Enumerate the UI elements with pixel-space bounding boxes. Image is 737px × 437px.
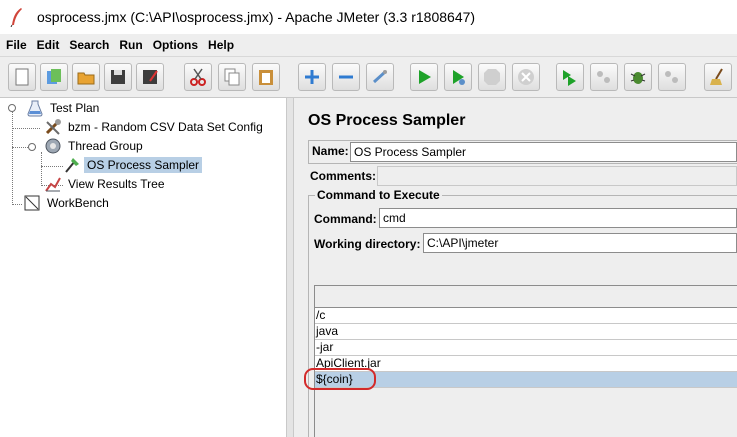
- tree-item-label: Thread Group: [68, 139, 143, 153]
- menu-search[interactable]: Search: [69, 38, 109, 52]
- tree-item-thread-group[interactable]: Thread Group: [44, 137, 146, 155]
- shutdown-icon: [518, 69, 534, 85]
- open-icon: [77, 72, 95, 85]
- stop-button[interactable]: [478, 63, 506, 91]
- new-icon: [15, 68, 29, 86]
- start-icon: [419, 70, 431, 84]
- remote-start-icon: [563, 70, 576, 86]
- open-button[interactable]: [72, 63, 100, 91]
- save-button[interactable]: [104, 63, 132, 91]
- start-no-pause-button[interactable]: [444, 63, 472, 91]
- tree-item-label: Test Plan: [50, 101, 100, 115]
- save-icon: [111, 70, 125, 84]
- expand-button[interactable]: [298, 63, 326, 91]
- collapse-icon: [339, 75, 353, 79]
- tree-expander[interactable]: [8, 104, 16, 112]
- thread-group-icon: [45, 138, 61, 154]
- tree-item-label: WorkBench: [47, 196, 109, 210]
- shutdown-button[interactable]: [512, 63, 540, 91]
- tree-line: [41, 152, 42, 186]
- tree-item-random-csv-config[interactable]: bzm - Random CSV Data Set Config: [44, 118, 266, 136]
- save-as-button[interactable]: [136, 63, 164, 91]
- annotation-highlight: [304, 368, 376, 390]
- table-row[interactable]: ApiClient.jar: [315, 356, 737, 372]
- menu-edit[interactable]: Edit: [37, 38, 60, 52]
- command-group-title: Command to Execute: [315, 188, 442, 202]
- remote-stop-icon: [597, 71, 610, 83]
- tree-item-view-results-tree[interactable]: View Results Tree: [44, 175, 168, 193]
- templates-icon: [47, 69, 61, 84]
- jmeter-feather-icon: [10, 8, 22, 27]
- comments-field[interactable]: [377, 166, 737, 186]
- sampler-icon: [65, 158, 79, 173]
- window-title: osprocess.jmx (C:\API\osprocess.jmx) - A…: [37, 9, 476, 25]
- name-label: Name:: [312, 144, 349, 158]
- command-field[interactable]: cmd: [379, 208, 737, 228]
- tree-item-test-plan[interactable]: Test Plan: [26, 99, 102, 117]
- panel-title: OS Process Sampler: [308, 112, 466, 129]
- test-plan-icon: [27, 100, 43, 117]
- toggle-button[interactable]: [366, 63, 394, 91]
- new-button[interactable]: [8, 63, 36, 91]
- title-bar: osprocess.jmx (C:\API\osprocess.jmx) - A…: [0, 0, 737, 34]
- bug-icon: [630, 72, 646, 84]
- tree-item-label: bzm - Random CSV Data Set Config: [68, 120, 263, 134]
- copy-icon: [224, 68, 240, 86]
- workbench-icon: [24, 195, 40, 211]
- stop-icon: [484, 69, 500, 85]
- table-row[interactable]: java: [315, 324, 737, 340]
- menu-run[interactable]: Run: [119, 38, 142, 52]
- table-row[interactable]: /c: [315, 308, 737, 324]
- collapse-button[interactable]: [332, 63, 360, 91]
- copy-button[interactable]: [218, 63, 246, 91]
- paste-button[interactable]: [252, 63, 280, 91]
- start-no-pause-icon: [453, 70, 465, 85]
- menu-help[interactable]: Help: [208, 38, 234, 52]
- tree-item-label: View Results Tree: [68, 177, 165, 191]
- menu-bar: File Edit Search Run Options Help: [0, 34, 737, 56]
- toggle-icon: [372, 70, 387, 84]
- command-label: Command:: [314, 212, 377, 226]
- tree-item-label: OS Process Sampler: [84, 157, 203, 173]
- tree-line: [41, 166, 63, 167]
- tree-item-os-process-sampler[interactable]: OS Process Sampler: [63, 156, 203, 174]
- clear-button[interactable]: [704, 63, 732, 91]
- table-row[interactable]: -jar: [315, 340, 737, 356]
- save-as-icon: [143, 70, 158, 84]
- templates-button[interactable]: [40, 63, 68, 91]
- tree-line: [12, 112, 13, 205]
- arguments-table-header: [315, 286, 737, 308]
- start-button[interactable]: [410, 63, 438, 91]
- tree-line: [12, 204, 22, 205]
- table-row-selected[interactable]: ${coin}: [315, 372, 737, 388]
- cut-button[interactable]: [184, 63, 212, 91]
- remote-exit-button[interactable]: [624, 63, 652, 91]
- broom-icon: [710, 68, 723, 85]
- remote-clear-icon: [665, 71, 678, 83]
- config-element-icon: [45, 119, 61, 135]
- tree-expander[interactable]: [28, 143, 36, 151]
- cut-icon: [190, 68, 206, 86]
- working-directory-field[interactable]: C:\API\jmeter: [423, 233, 737, 253]
- remote-stop-button[interactable]: [590, 63, 618, 91]
- arguments-table[interactable]: /c java -jar ApiClient.jar ${coin}: [314, 285, 737, 437]
- name-field[interactable]: OS Process Sampler: [350, 142, 737, 162]
- tree-line: [12, 128, 40, 129]
- menu-file[interactable]: File: [6, 38, 27, 52]
- working-directory-label: Working directory:: [314, 237, 421, 251]
- tree-item-workbench[interactable]: WorkBench: [23, 194, 112, 212]
- toolbar: [0, 56, 737, 98]
- comments-label: Comments:: [310, 169, 377, 183]
- remote-start-button[interactable]: [556, 63, 584, 91]
- menu-options[interactable]: Options: [153, 38, 198, 52]
- split-pane-divider[interactable]: [286, 98, 294, 437]
- remote-clear-button[interactable]: [658, 63, 686, 91]
- listener-icon: [45, 177, 61, 192]
- expand-icon: [305, 70, 319, 84]
- paste-icon: [259, 70, 273, 85]
